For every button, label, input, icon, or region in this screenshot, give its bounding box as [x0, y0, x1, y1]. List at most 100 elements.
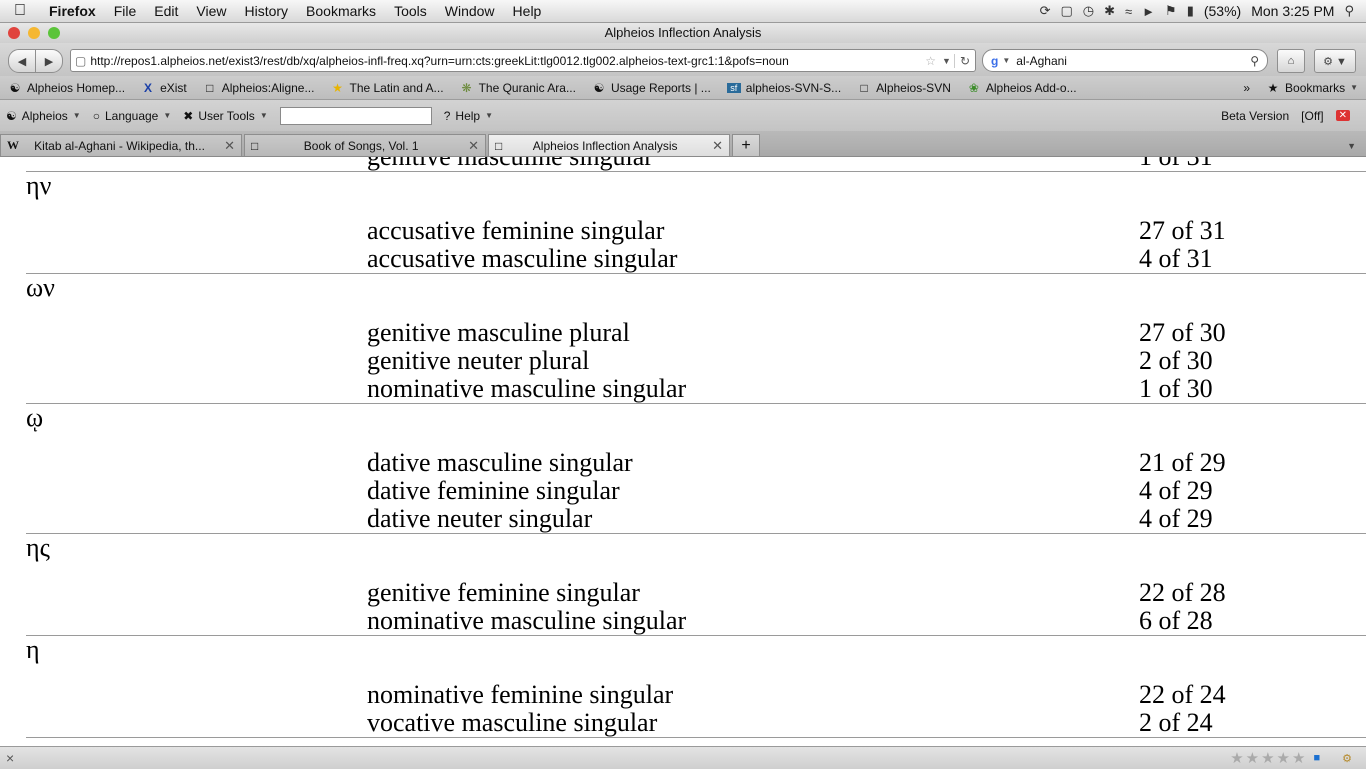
form-count: 6 of 28: [1139, 606, 1213, 635]
alpheios-label: Alpheios: [21, 108, 68, 123]
form-description: genitive masculine singular: [367, 157, 1139, 171]
back-button[interactable]: ◀: [8, 49, 36, 73]
form-description: dative feminine singular: [367, 476, 620, 505]
form-row: accusative masculine singular 4 of 31: [26, 245, 1366, 273]
help-label: Help: [455, 108, 481, 123]
tab-list-icon[interactable]: ▼: [1347, 141, 1366, 156]
flag-icon[interactable]: ⚑: [1165, 3, 1177, 19]
navigation-toolbar: ◀ ▶ ▢ http://repos1.alpheios.net/exist3/…: [0, 43, 1366, 76]
star-icon: ★: [332, 80, 343, 95]
time-machine-icon[interactable]: ◷: [1083, 3, 1094, 19]
bookmark-quranic-arabic[interactable]: ❋ The Quranic Ara...: [452, 81, 584, 95]
form-row: nominative feminine singular 22 of 24: [26, 681, 1366, 709]
form-description: nominative masculine singular: [367, 374, 687, 403]
alpheios-lookup-input[interactable]: [279, 106, 432, 125]
off-status[interactable]: [Off]: [1295, 109, 1329, 123]
battery-icon[interactable]: ▮: [1187, 3, 1194, 19]
addon-status-icon[interactable]: ⚙: [1326, 752, 1366, 765]
search-input[interactable]: al-Aghani: [1016, 54, 1242, 68]
camera-icon[interactable]: ▢: [1060, 3, 1072, 19]
close-toolbar-button[interactable]: ✕: [1330, 110, 1366, 121]
inflection-ending: ης: [26, 533, 50, 562]
bookmark-label: The Quranic Ara...: [478, 80, 576, 95]
bookmark-alpheios-svn[interactable]: □ Alpheios-SVN: [849, 81, 959, 95]
bookmark-exist[interactable]: XeXist: [133, 81, 195, 95]
form-description: vocative masculine singular: [367, 708, 658, 737]
form-description: genitive neuter plural: [367, 346, 590, 375]
menu-view[interactable]: View: [187, 3, 235, 19]
bookmark-usage-reports[interactable]: ☯ Usage Reports | ...: [584, 81, 719, 95]
engine-dropdown-icon[interactable]: ▼: [1002, 56, 1016, 65]
bookmarks-overflow-button[interactable]: »: [1235, 81, 1258, 95]
close-statusbar-icon[interactable]: ×: [0, 750, 14, 766]
bookmark-label: alpheios-SVN-S...: [745, 80, 842, 95]
partial-form-row: genitive masculine singular 1 of 31: [26, 157, 1366, 171]
form-description: genitive feminine singular: [367, 578, 640, 607]
alpheios-menu[interactable]: ☯ Alpheios ▼: [0, 109, 87, 123]
tab-wikipedia[interactable]: W Kitab al-Aghani - Wikipedia, th... ✕: [0, 134, 242, 156]
home-button[interactable]: ⌂: [1277, 49, 1305, 73]
forward-button[interactable]: ▶: [35, 49, 63, 73]
bookmark-label: Usage Reports | ...: [610, 80, 711, 95]
chevron-down-icon: ▼: [163, 111, 172, 120]
menu-edit[interactable]: Edit: [145, 3, 187, 19]
form-count: 27 of 30: [1139, 318, 1226, 347]
reload-icon[interactable]: ↻: [953, 53, 975, 68]
apple-icon[interactable]: : [0, 2, 40, 20]
close-tab-icon[interactable]: ✕: [224, 138, 235, 154]
volume-icon[interactable]: ►: [1142, 4, 1155, 19]
chevron-down-icon: ▼: [1350, 83, 1358, 92]
tab-label: Book of Songs, Vol. 1: [303, 138, 419, 153]
menu-help[interactable]: Help: [504, 3, 551, 19]
wifi-icon[interactable]: ≈: [1125, 4, 1132, 19]
sync-icon[interactable]: ⟳: [1040, 3, 1051, 19]
close-window-button[interactable]: [8, 27, 20, 39]
bookmark-alpheios-homepage[interactable]: ☯ Alpheios Homep...: [0, 81, 133, 95]
rating-stars[interactable]: ★★★★★: [1230, 749, 1307, 767]
zoom-window-button[interactable]: [48, 27, 60, 39]
bookmark-label: Alpheios Add-o...: [985, 80, 1077, 95]
form-count: 2 of 30: [1139, 346, 1213, 375]
google-icon[interactable]: g: [983, 54, 1002, 68]
menu-tools[interactable]: Tools: [385, 3, 436, 19]
tab-book-of-songs[interactable]: □ Book of Songs, Vol. 1 ✕: [244, 134, 486, 156]
url-bar[interactable]: ▢ http://repos1.alpheios.net/exist3/rest…: [70, 49, 976, 72]
inflection-ending: ην: [26, 171, 52, 200]
bookmark-alpheios-addons[interactable]: ❀ Alpheios Add-o...: [959, 81, 1085, 95]
minimize-window-button[interactable]: [28, 27, 40, 39]
user-tools-menu[interactable]: ✖ User Tools ▼: [177, 109, 273, 123]
language-menu[interactable]: ○ Language ▼: [87, 109, 178, 123]
addon-button[interactable]: ⚙ ▼: [1314, 49, 1356, 73]
help-menu[interactable]: ? Help ▼: [438, 109, 499, 123]
page-icon: ▢: [75, 53, 87, 68]
search-icon[interactable]: ⚲: [1242, 54, 1267, 68]
clock[interactable]: Mon 3:25 PM: [1251, 3, 1334, 19]
inflection-entry: α: [26, 737, 1366, 746]
bookmark-alpheios-aligner[interactable]: □ Alpheios:Aligne...: [195, 81, 323, 95]
spotlight-icon[interactable]: ⚲: [1344, 3, 1354, 19]
search-bar[interactable]: g ▼ al-Aghani ⚲: [982, 49, 1268, 72]
inflection-entry: η nominative feminine singular 22 of 24 voc…: [26, 635, 1366, 737]
bookmark-alpheios-svn-s[interactable]: sf alpheios-SVN-S...: [719, 81, 849, 95]
menu-window[interactable]: Window: [436, 3, 504, 19]
close-tab-icon[interactable]: ✕: [712, 138, 723, 154]
menu-file[interactable]: File: [105, 3, 146, 19]
form-description: accusative masculine singular: [367, 244, 678, 273]
bluetooth-icon[interactable]: ✱: [1104, 3, 1115, 19]
history-dropdown-icon[interactable]: ▼: [939, 56, 954, 66]
alpheios-status-icon[interactable]: ■: [1307, 752, 1326, 764]
star-icon[interactable]: ☆: [922, 54, 939, 68]
bookmarks-menu-button[interactable]: ★ Bookmarks ▼: [1258, 81, 1366, 95]
tab-inflection-analysis[interactable]: □ Alpheios Inflection Analysis ✕: [488, 134, 730, 156]
menu-firefox[interactable]: Firefox: [40, 3, 105, 19]
url-input[interactable]: http://repos1.alpheios.net/exist3/rest/d…: [86, 54, 922, 68]
new-tab-button[interactable]: +: [732, 134, 760, 156]
bookmark-latin-arabic[interactable]: ★ The Latin and A...: [322, 81, 451, 95]
close-tab-icon[interactable]: ✕: [468, 138, 479, 154]
bookmarks-icon: ★: [1267, 80, 1279, 95]
alpheios-icon: ☯: [9, 80, 21, 95]
form-row: genitive neuter plural 2 of 30: [26, 347, 1366, 375]
menu-history[interactable]: History: [235, 3, 297, 19]
menu-bookmarks[interactable]: Bookmarks: [297, 3, 385, 19]
addon-icon: ❀: [968, 80, 979, 95]
